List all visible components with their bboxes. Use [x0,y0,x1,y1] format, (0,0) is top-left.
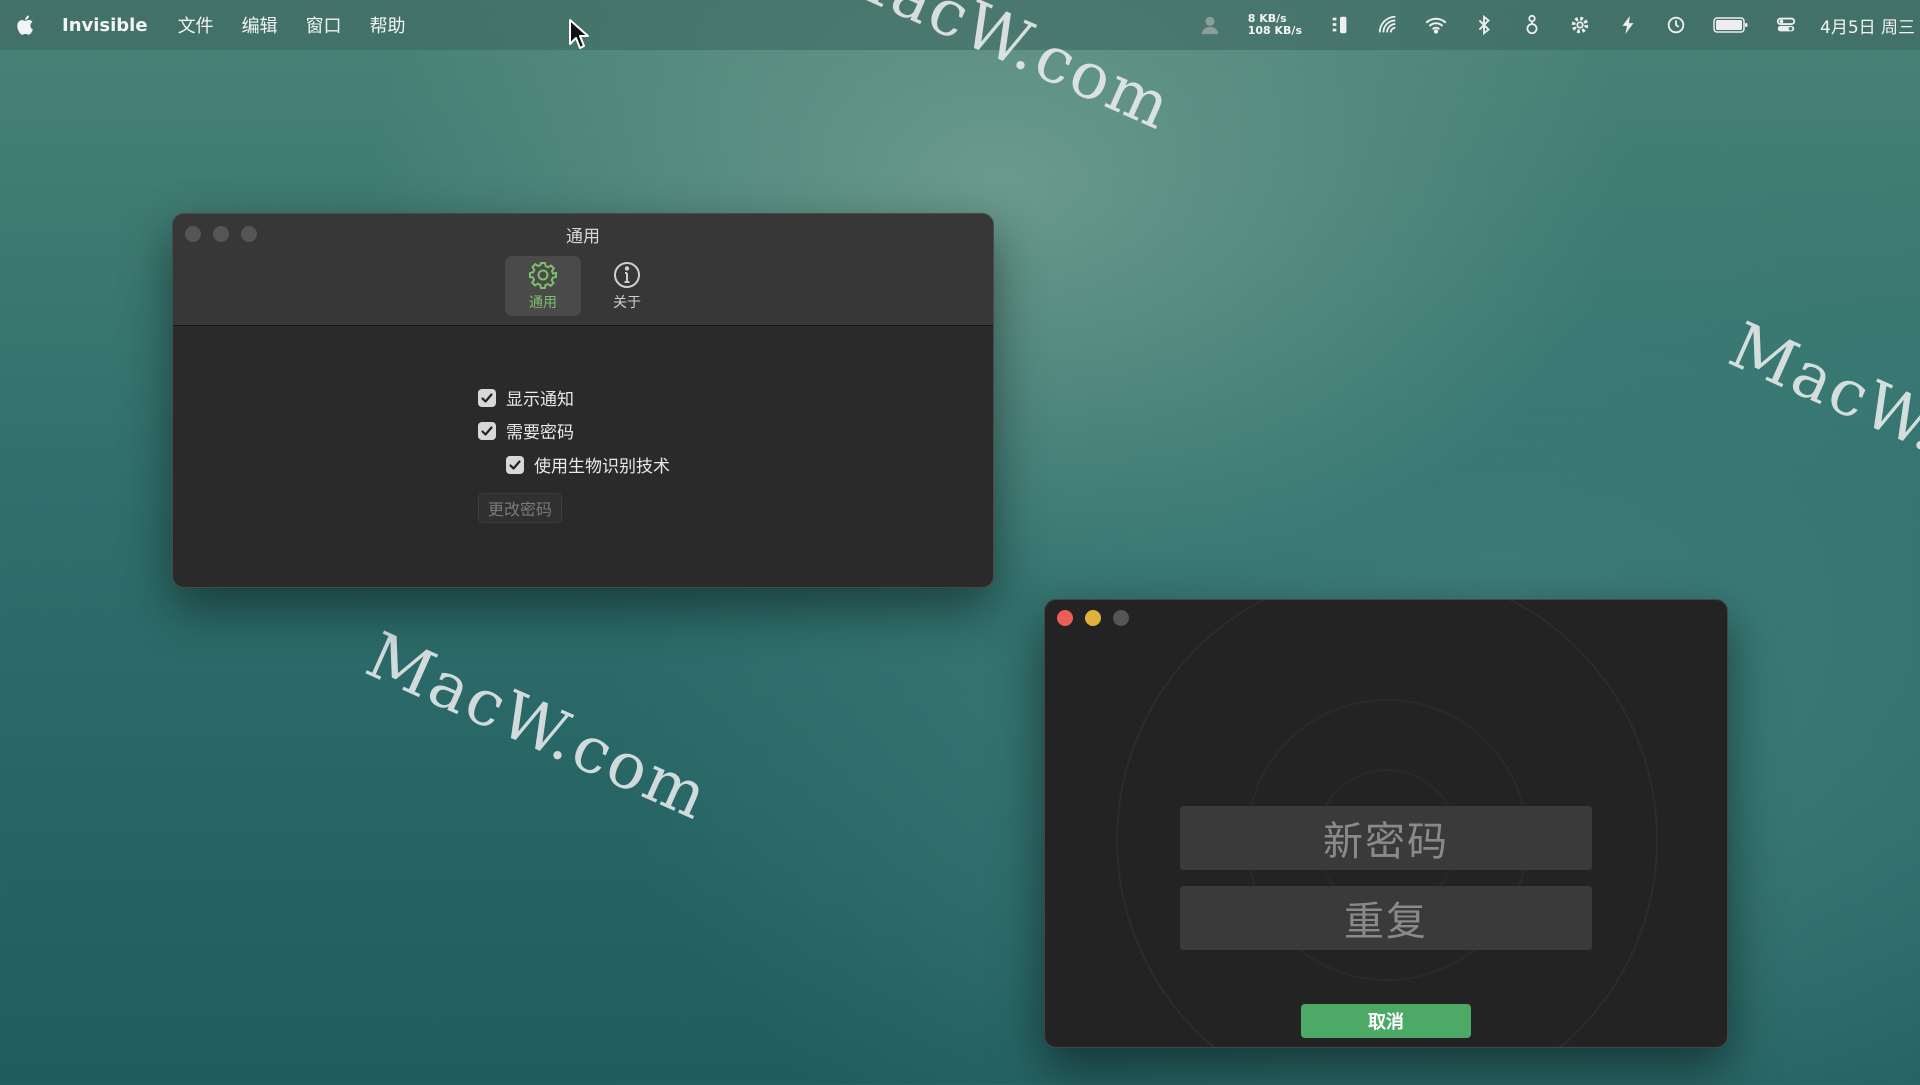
accessibility-icon[interactable] [1519,14,1545,36]
window-title: 通用 [566,227,600,247]
change-password-button[interactable]: 更改密码 [478,493,563,523]
bluetooth-icon[interactable] [1471,14,1497,36]
require-password-option[interactable]: 需要密码 [478,418,574,443]
time-machine-icon[interactable] [1663,14,1689,36]
bolt-icon[interactable] [1615,14,1641,36]
tab-general[interactable]: 通用 [505,256,581,316]
checkmark-icon [481,392,493,403]
general-settings-panel: 显示通知 需要密码 使用生物识别技术 更改密码 [173,326,993,587]
minimize-button[interactable] [1085,610,1101,626]
close-button[interactable] [1057,610,1073,626]
status-area: 8 KB/s 108 KB/s 4月5日 周三 [1186,0,1920,50]
wifi-icon[interactable] [1423,14,1449,36]
tab-general-label: 通用 [529,295,557,311]
menu-help[interactable]: 帮助 [370,12,406,38]
memory-icon[interactable] [1327,14,1353,36]
zoom-button[interactable] [1113,610,1129,626]
cancel-button[interactable]: 取消 [1301,1004,1471,1038]
info-icon [614,262,640,288]
apple-logo-icon[interactable] [14,13,38,37]
require-password-checkbox[interactable] [478,421,496,440]
menu-edit[interactable]: 编辑 [242,12,278,38]
repeat-password-field[interactable]: 重复 [1180,886,1592,950]
network-speed[interactable]: 8 KB/s 108 KB/s [1248,13,1302,37]
watermark-left: MacW.com [355,618,720,836]
new-password-field[interactable]: 新密码 [1180,806,1592,870]
user-icon[interactable] [1197,14,1223,36]
preferences-toolbar: 通用 通用 关于 [173,214,993,326]
biometrics-label: 使用生物识别技术 [534,457,670,477]
battery-icon[interactable] [1711,14,1751,36]
checkmark-icon [509,459,521,470]
menu-app-name[interactable]: Invisible [62,15,148,36]
password-window: 新密码 重复 取消 [1044,599,1728,1048]
menu-window[interactable]: 窗口 [306,12,342,38]
mouse-cursor-icon [569,19,589,49]
net-download-speed: 108 KB/s [1247,24,1302,37]
tab-about-label: 关于 [613,295,641,311]
show-notifications-label: 显示通知 [506,390,574,410]
require-password-label: 需要密码 [506,423,574,443]
gear-icon [529,262,557,289]
preferences-tabs: 通用 关于 [505,256,665,316]
watermark-right: MacW.com [1718,308,1920,526]
checkmark-icon [481,425,493,436]
preferences-window: 通用 通用 关于 显示通知 需要密码 使用生物识别技术 更改密码 [172,213,994,588]
menu-clock[interactable]: 4月5日 周三 [1820,13,1920,38]
menu-file[interactable]: 文件 [178,12,214,38]
airdrop-icon[interactable] [1375,14,1401,36]
gear-icon[interactable] [1567,14,1593,36]
tab-about[interactable]: 关于 [589,256,665,316]
control-center-icon[interactable] [1773,14,1799,36]
show-notifications-option[interactable]: 显示通知 [478,385,574,410]
show-notifications-checkbox[interactable] [478,388,496,407]
biometrics-option[interactable]: 使用生物识别技术 [506,452,670,477]
window-controls [1057,610,1129,626]
biometrics-checkbox[interactable] [506,455,524,474]
